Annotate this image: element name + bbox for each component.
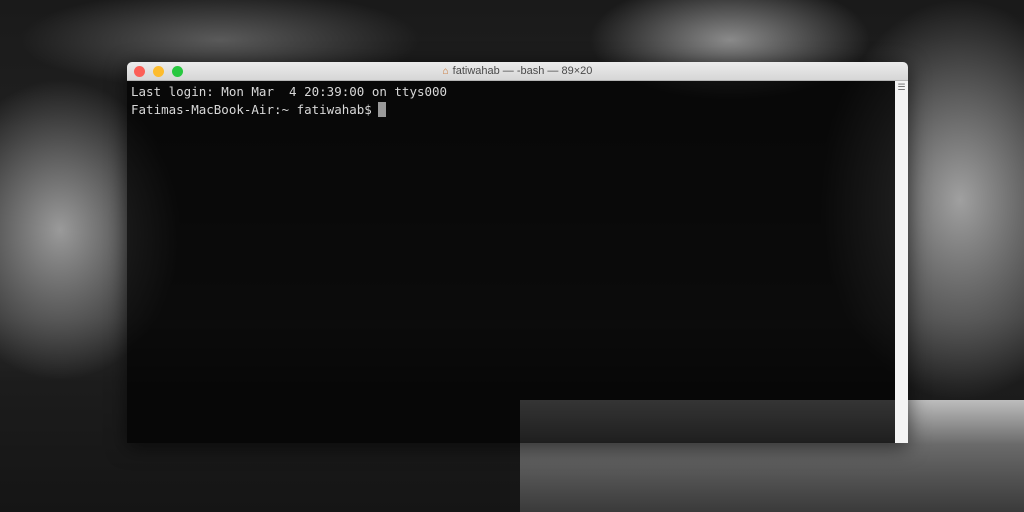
login-line: Last login: Mon Mar 4 20:39:00 on ttys00…: [131, 84, 448, 99]
cursor: [377, 102, 386, 117]
prompt: Fatimas-MacBook-Air:~ fatiwahab$: [131, 102, 372, 117]
split-pane-icon[interactable]: ☰: [895, 82, 908, 93]
minimize-button[interactable]: [153, 66, 164, 77]
terminal-window: ⌂ fatiwahab — -bash — 89×20 Last login: M…: [127, 62, 908, 443]
home-folder-icon: ⌂: [442, 65, 449, 77]
scrollbar[interactable]: ☰: [895, 81, 908, 443]
window-title: fatiwahab — -bash — 89×20: [452, 65, 593, 77]
title-bar[interactable]: ⌂ fatiwahab — -bash — 89×20: [127, 62, 908, 81]
close-button[interactable]: [134, 66, 145, 77]
zoom-button[interactable]: [172, 66, 183, 77]
terminal-output[interactable]: Last login: Mon Mar 4 20:39:00 on ttys00…: [127, 81, 895, 443]
